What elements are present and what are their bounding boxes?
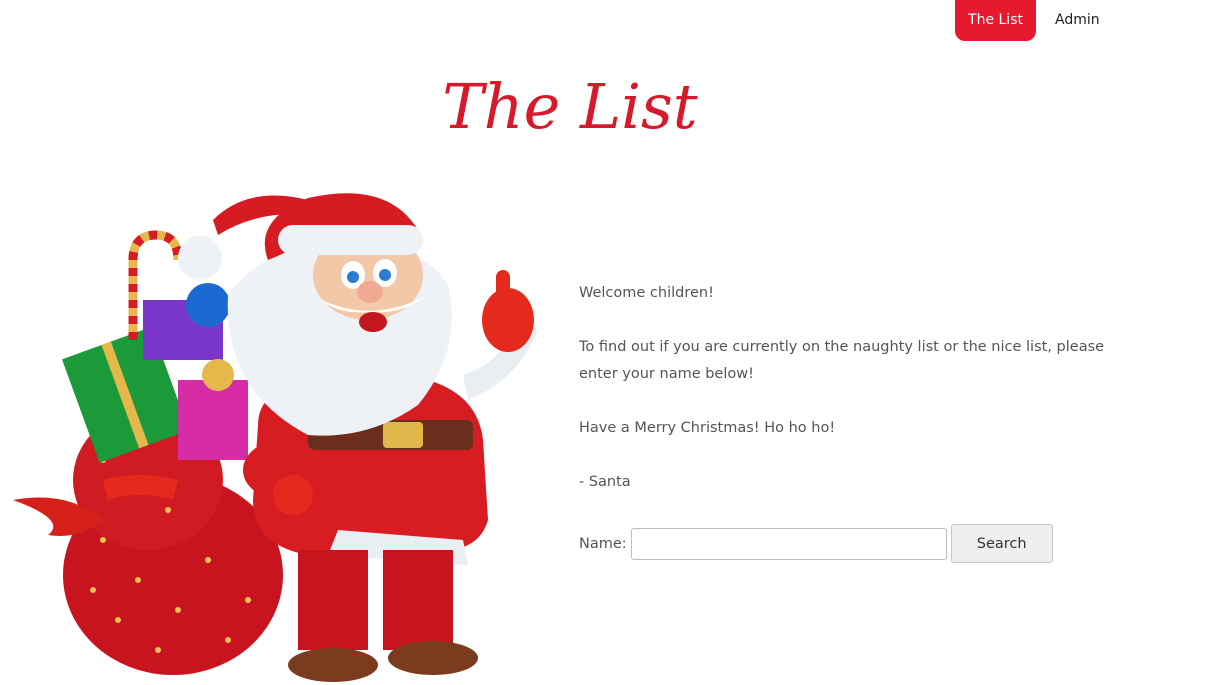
- page-title: The List: [440, 52, 700, 156]
- page-title-text: The List: [442, 70, 698, 143]
- greeting-paragraph: Have a Merry Christmas! Ho ho ho!: [579, 420, 836, 436]
- instructions-paragraph: To find out if you are currently on the …: [579, 339, 1105, 382]
- name-input[interactable]: [630, 527, 947, 560]
- santa-illustration: [8, 180, 553, 685]
- name-search-form: Name: Search: [579, 524, 1053, 563]
- name-label: Name:: [579, 535, 627, 552]
- top-nav: The List Admin: [0, 0, 1216, 41]
- signature-paragraph: - Santa: [579, 474, 631, 490]
- welcome-paragraph: Welcome children!: [579, 285, 714, 301]
- nav-item-admin[interactable]: Admin: [1055, 0, 1100, 41]
- search-button[interactable]: Search: [950, 524, 1053, 563]
- welcome-message: Welcome children! To find out if you are…: [579, 280, 1139, 523]
- nav-item-the-list[interactable]: The List: [955, 0, 1036, 41]
